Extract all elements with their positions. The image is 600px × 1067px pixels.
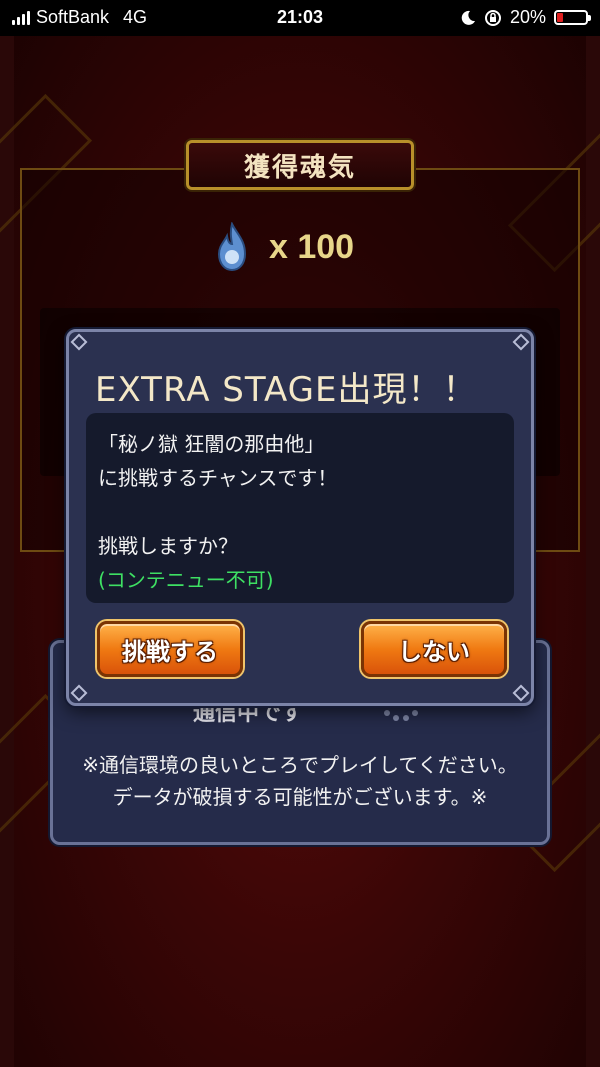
message-line-1: 「秘ノ獄 狂闇の那由他」 [98, 432, 325, 456]
extra-stage-dialog: EXTRA STAGE出現！！ 「秘ノ獄 狂闇の那由他」 に挑戦するチャンスです… [66, 329, 534, 706]
status-right: 20% [460, 7, 591, 28]
soul-reward-row: x 100 [215, 222, 354, 272]
dialog-corner-ornament [512, 333, 530, 351]
communicating-warning: ※通信環境の良いところでプレイしてください。 データが破損する可能性がございます… [53, 749, 547, 813]
message-question: 挑戦しますか？ [98, 534, 238, 558]
message-line-2: に挑戦するチャンスです！ [98, 466, 338, 490]
dialog-corner-ornament [512, 684, 530, 702]
warning-line-2: データが破損する可能性がございます。※ [112, 785, 488, 809]
dialog-corner-ornament [70, 333, 88, 351]
warning-line-1: ※通信環境の良いところでプレイしてください。 [82, 753, 518, 777]
decline-button[interactable]: しない [361, 621, 507, 677]
moon-icon [461, 10, 475, 25]
soul-count: x 100 [269, 227, 355, 266]
soul-flame-icon [217, 222, 247, 272]
rotation-lock-icon [484, 9, 501, 26]
dialog-corner-ornament [70, 684, 88, 702]
status-bar: SoftBank 4G 21:03 20% [0, 0, 600, 36]
challenge-button[interactable]: 挑戦する [97, 621, 243, 677]
dialog-message: 「秘ノ獄 狂闇の那由他」 に挑戦するチャンスです！ 挑戦しますか？ (コンテニュ… [86, 413, 514, 603]
message-note: (コンテニュー不可) [98, 568, 274, 592]
battery-icon [554, 10, 591, 25]
result-title: 獲得魂気 [186, 140, 414, 190]
battery-percent: 20% [509, 7, 546, 27]
dialog-title: EXTRA STAGE出現！！ [95, 370, 478, 410]
